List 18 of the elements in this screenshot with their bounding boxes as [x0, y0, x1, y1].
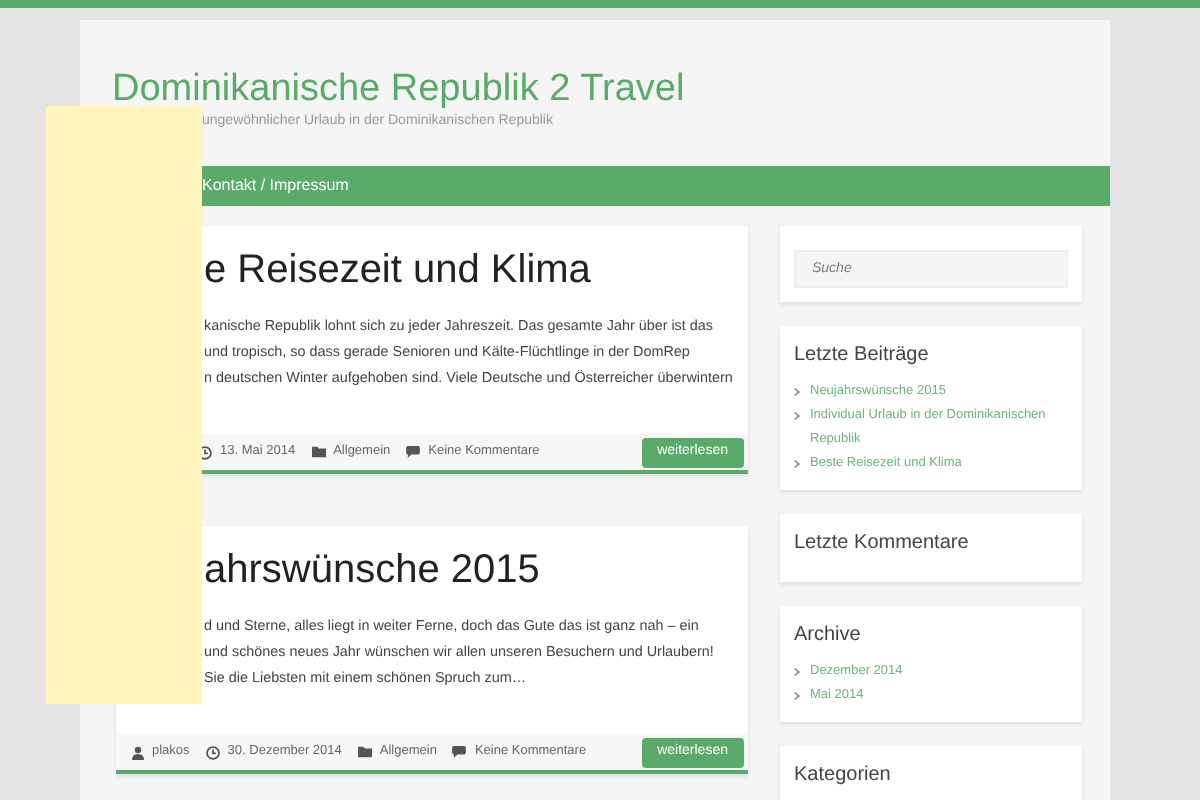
widget-title: Letzte Beiträge [794, 342, 931, 370]
post-title[interactable]: e Reisezeit und Klima [204, 244, 728, 296]
nav-link[interactable]: Kontakt / Impressum [202, 174, 349, 198]
widget-title: Kategorien [794, 762, 893, 790]
clock-icon [205, 745, 220, 759]
speech-bubble-icon [406, 446, 421, 458]
speech-bubble-icon [452, 746, 467, 758]
person-icon [132, 745, 144, 759]
folder-icon [357, 746, 372, 758]
chevron-icon [794, 412, 800, 420]
widget-title: Archive [794, 622, 863, 650]
chevron-icon [794, 388, 800, 396]
post-title[interactable]: ahrswünsche 2015 [204, 544, 728, 596]
widget-title: Letzte Kommentare [794, 530, 971, 558]
chevron-icon [794, 692, 800, 700]
chevron-icon [794, 668, 800, 676]
folder-icon [311, 446, 326, 458]
chevron-icon [794, 460, 800, 468]
